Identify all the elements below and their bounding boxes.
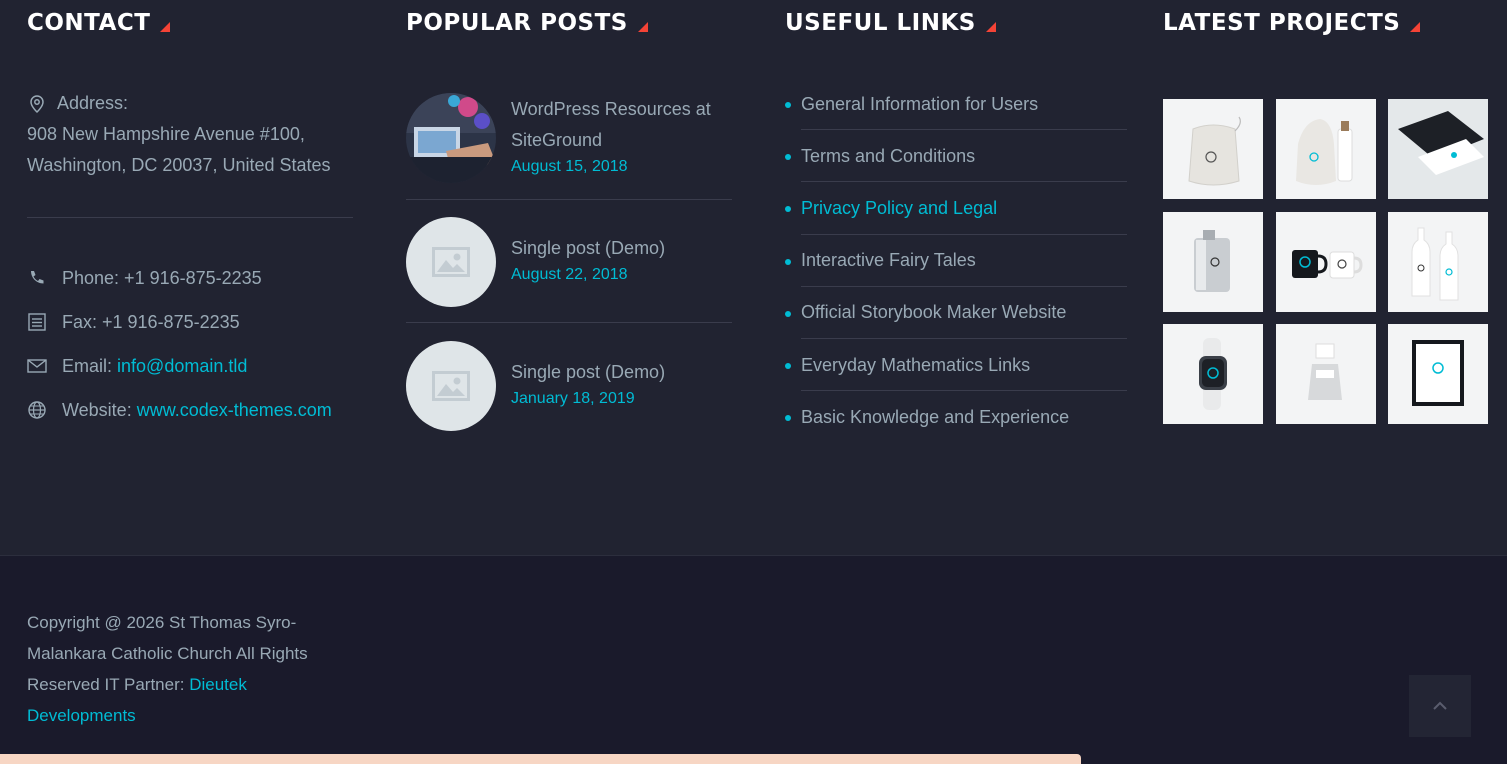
useful-links-title: USEFUL LINKS (785, 0, 1127, 48)
project-thumbnail-bottles[interactable] (1388, 211, 1488, 312)
post-item[interactable]: Single post (Demo) January 18, 2019 (406, 341, 732, 431)
bullet-icon (785, 258, 791, 265)
envelope-icon (27, 359, 47, 373)
contact-title: CONTACT (27, 0, 353, 48)
project-thumbnail-watch[interactable] (1163, 324, 1263, 424)
post-title[interactable]: WordPress Resources at SiteGround (511, 94, 732, 156)
project-thumbnail-flask[interactable] (1163, 211, 1263, 312)
phone-text: Phone: +1 916-875-2235 (62, 267, 262, 288)
address-block: Address: 908 New Hampshire Avenue #100, … (27, 88, 353, 181)
projects-grid (1163, 99, 1489, 424)
popular-posts-title: POPULAR POSTS (406, 0, 732, 48)
address-line-1: 908 New Hampshire Avenue #100, (27, 124, 305, 144)
title-marker-icon (985, 22, 996, 32)
useful-link[interactable]: Everyday Mathematics Links (785, 339, 1127, 392)
laptop-photo-icon (406, 93, 496, 183)
useful-links-widget: USEFUL LINKS General Information for Use… (785, 0, 1127, 427)
phone-icon (31, 271, 44, 284)
phone-row: Phone: +1 916-875-2235 (27, 256, 353, 300)
bullet-icon (785, 362, 791, 369)
post-item[interactable]: Single post (Demo) August 22, 2018 (406, 217, 732, 307)
bag-icon (1163, 99, 1263, 199)
contact-list: Phone: +1 916-875-2235 Fax: +1 916-875-2… (27, 256, 353, 432)
project-thumbnail-tag[interactable] (1275, 324, 1376, 424)
tag-icon (1275, 324, 1376, 424)
post-thumbnail[interactable] (406, 93, 496, 183)
email-row: Email: info@domain.tld (27, 344, 353, 388)
watch-icon (1163, 324, 1263, 424)
useful-link[interactable]: General Information for Users (785, 78, 1127, 131)
project-thumbnail-frame[interactable] (1388, 324, 1488, 424)
back-to-top-button[interactable] (1409, 675, 1471, 737)
address-line-2: Washington, DC 20037, United States (27, 155, 331, 175)
website-label: Website: (62, 399, 132, 420)
business-card-icon (1388, 99, 1488, 199)
project-thumbnail-packaging[interactable] (1275, 99, 1376, 199)
latest-projects-title: LATEST PROJECTS (1163, 0, 1489, 48)
bullet-icon (785, 415, 791, 422)
post-thumbnail[interactable] (406, 341, 496, 431)
packaging-icon (1275, 99, 1376, 199)
bullet-icon (785, 102, 791, 108)
copyright-text: Copyright @ 2026 St Thomas Syro-Malankar… (27, 613, 308, 725)
useful-link[interactable]: Terms and Conditions (785, 130, 1127, 183)
post-thumbnail[interactable] (406, 217, 496, 307)
useful-link[interactable]: Official Storybook Maker Website (785, 287, 1127, 339)
post-title[interactable]: Single post (Demo) (511, 357, 665, 388)
project-thumbnail-cards[interactable] (1388, 99, 1488, 199)
bullet-icon (785, 206, 791, 213)
latest-projects-widget: LATEST PROJECTS (1163, 0, 1489, 424)
email-link[interactable]: info@domain.tld (117, 356, 247, 377)
post-divider (406, 322, 732, 323)
globe-icon (28, 401, 46, 419)
map-pin-icon (30, 94, 44, 113)
bullet-icon (785, 310, 791, 317)
useful-links-list: General Information for Users Terms and … (785, 78, 1127, 443)
post-title[interactable]: Single post (Demo) (511, 233, 665, 264)
useful-link[interactable]: Interactive Fairy Tales (785, 235, 1127, 287)
website-row: Website: www.codex-themes.com (27, 388, 353, 432)
browser-status-bar (0, 754, 1081, 764)
project-thumbnail-bag[interactable] (1163, 99, 1263, 199)
contact-divider (27, 217, 353, 218)
title-marker-icon (637, 22, 648, 32)
chevron-up-icon (1433, 701, 1447, 710)
popular-posts-widget: POPULAR POSTS WordPress Resources at Sit… (406, 0, 732, 431)
post-divider (406, 199, 732, 200)
mug-icon (1275, 211, 1376, 312)
post-item[interactable]: WordPress Resources at SiteGround August… (406, 93, 732, 183)
useful-link[interactable]: Basic Knowledge and Experience (785, 391, 1127, 443)
useful-link-active[interactable]: Privacy Policy and Legal (785, 182, 1127, 235)
document-icon (28, 313, 46, 331)
post-date: August 22, 2018 (511, 266, 628, 283)
footer-widgets: CONTACT Address: 908 New Hampshire Avenu… (0, 0, 1507, 555)
project-thumbnail-mugs[interactable] (1275, 211, 1376, 312)
title-marker-icon (1410, 22, 1421, 32)
bullet-icon (785, 154, 791, 161)
bottle-icon (1388, 211, 1488, 312)
post-date: January 18, 2019 (511, 390, 635, 407)
email-label: Email: (62, 355, 113, 376)
image-placeholder-icon (432, 371, 470, 401)
fax-text: Fax: +1 916-875-2235 (62, 311, 240, 332)
fax-row: Fax: +1 916-875-2235 (27, 300, 353, 344)
post-date: August 15, 2018 (511, 158, 628, 175)
website-link[interactable]: www.codex-themes.com (137, 400, 332, 421)
picture-frame-icon (1388, 324, 1488, 424)
contact-widget: CONTACT Address: 908 New Hampshire Avenu… (27, 0, 353, 420)
title-marker-icon (160, 22, 171, 32)
flask-icon (1163, 211, 1263, 312)
image-placeholder-icon (432, 247, 470, 277)
address-label: Address: (57, 93, 129, 113)
